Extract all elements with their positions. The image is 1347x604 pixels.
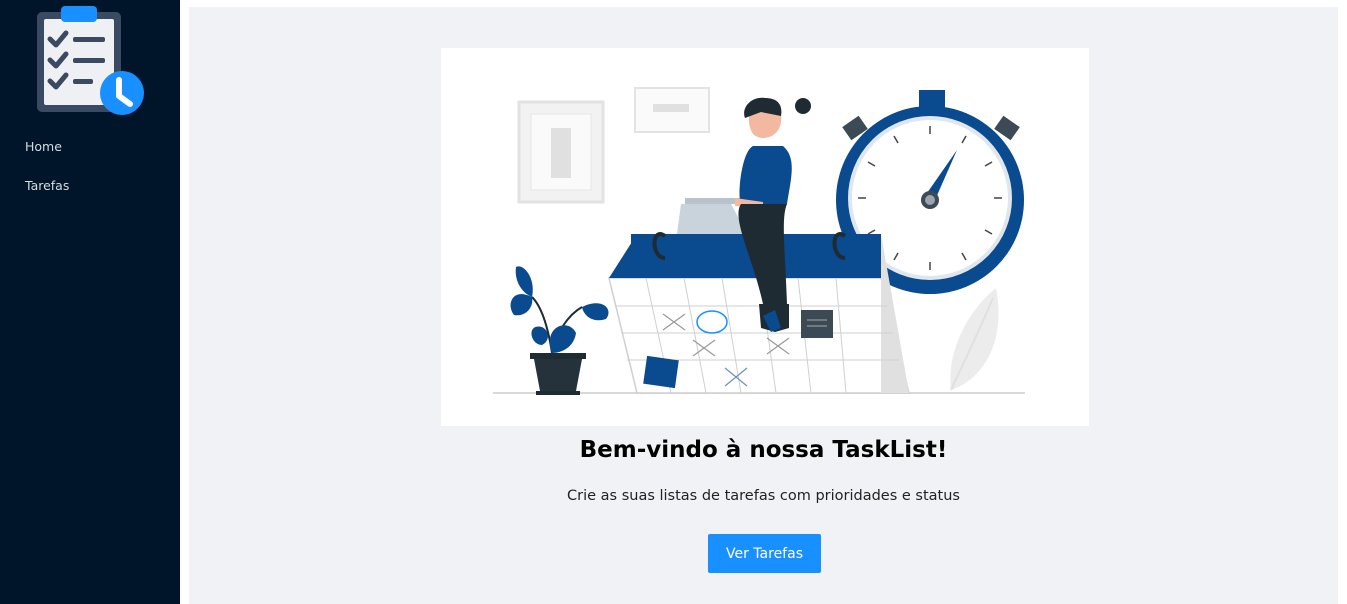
clipboard-checklist-clock-icon bbox=[33, 4, 145, 116]
page-subtitle: Crie as suas listas de tarefas com prior… bbox=[567, 488, 960, 504]
page-title: Bem-vindo à nossa TaskList! bbox=[579, 437, 948, 463]
view-tasks-button[interactable]: Ver Tarefas bbox=[708, 534, 821, 573]
sidebar-item-home[interactable]: Home bbox=[25, 139, 62, 154]
plant-illustration bbox=[502, 257, 612, 397]
main-area: Bem-vindo à nossa TaskList! Crie as suas… bbox=[180, 0, 1347, 604]
content-panel: Bem-vindo à nossa TaskList! Crie as suas… bbox=[189, 7, 1338, 604]
sidebar: Home Tarefas bbox=[0, 0, 180, 604]
sidebar-item-tarefas[interactable]: Tarefas bbox=[25, 178, 69, 193]
